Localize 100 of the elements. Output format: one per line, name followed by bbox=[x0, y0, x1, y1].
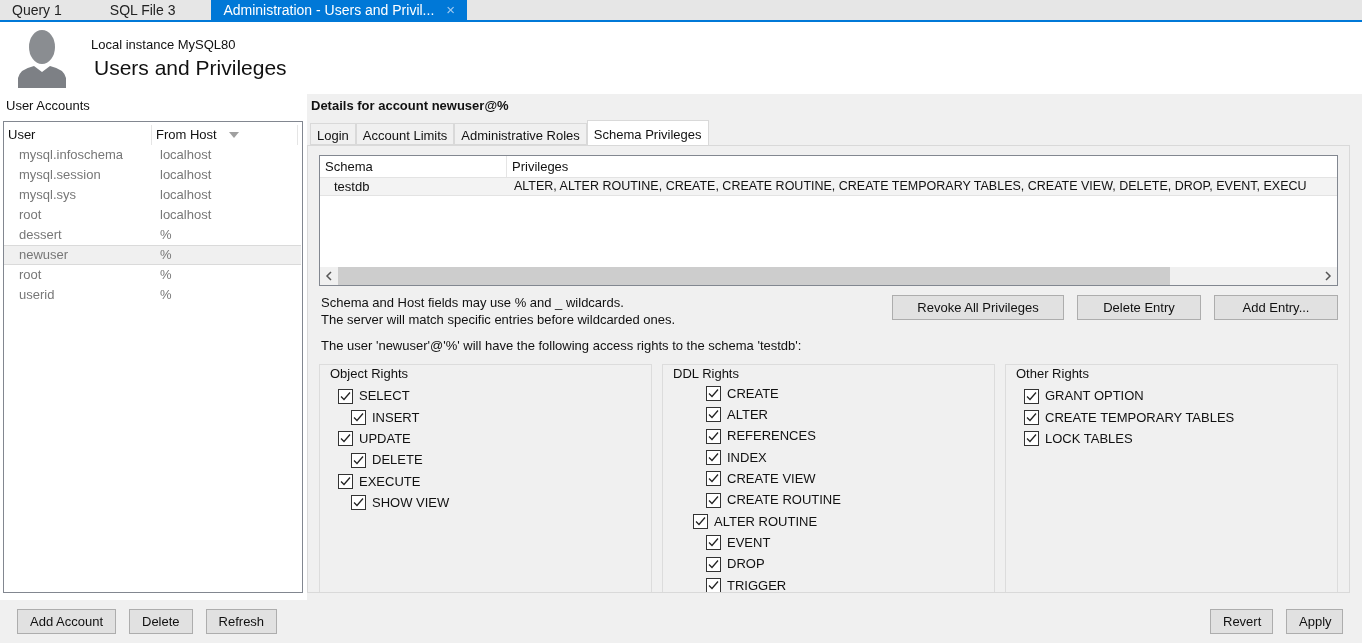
host-cell-text: localhost bbox=[159, 146, 212, 165]
checkbox[interactable] bbox=[706, 386, 721, 402]
checkbox-label: REFERENCES bbox=[727, 427, 816, 446]
page-title: Users and Privileges bbox=[94, 54, 287, 81]
account-row[interactable]: root localhost bbox=[4, 205, 301, 225]
add-account-button[interactable]: Add Account bbox=[17, 609, 116, 634]
checkbox-label: EVENT bbox=[727, 533, 771, 552]
revoke-button[interactable]: Revoke All Privileges bbox=[892, 295, 1064, 320]
check-icon bbox=[1026, 390, 1037, 402]
group-title: DDL Rights bbox=[673, 364, 740, 383]
checkbox-label: ALTER bbox=[727, 406, 768, 425]
delete-button[interactable]: Delete bbox=[129, 609, 193, 634]
checkbox[interactable] bbox=[338, 388, 353, 404]
schema-row[interactable]: testdb ALTER, ALTER ROUTINE, CREATE, CREATE ROUTINE, CREATE TEMPORARY TABLES, CREATE VIEW, DELETE, DROP, EVENT, EXECU bbox=[320, 177, 1337, 196]
checkbox-label: CREATE TEMPORARY TABLES bbox=[1045, 408, 1235, 427]
group-title: Other Rights bbox=[1016, 364, 1090, 383]
checkbox[interactable] bbox=[706, 577, 721, 592]
instance-label: Local instance MySQL80 bbox=[91, 36, 237, 55]
column-header[interactable]: Privileges bbox=[507, 156, 569, 177]
user-cell-text: mysql.sys bbox=[18, 186, 78, 205]
checkbox-label: INSERT bbox=[372, 408, 420, 427]
check-icon bbox=[708, 558, 719, 570]
host-cell-text: localhost bbox=[159, 186, 212, 205]
add-entry-button[interactable]: Add Entry... bbox=[1214, 295, 1338, 320]
host-cell-text: % bbox=[159, 226, 172, 245]
schema-cell-text: testdb bbox=[333, 178, 371, 195]
refresh-button[interactable]: Refresh bbox=[205, 609, 278, 634]
checkbox[interactable] bbox=[351, 495, 366, 511]
check-icon bbox=[708, 473, 719, 485]
checkbox[interactable] bbox=[706, 471, 721, 487]
apply-button[interactable]: Apply bbox=[1286, 609, 1343, 634]
user-cell-text: dessert bbox=[18, 226, 63, 245]
check-icon bbox=[708, 409, 719, 421]
checkbox[interactable] bbox=[338, 473, 353, 489]
hint-text: Schema and Host fields may use % and _ wildcards. bbox=[321, 294, 625, 311]
checkbox-label: SELECT bbox=[359, 387, 410, 406]
checkbox-label: CREATE bbox=[727, 384, 779, 403]
checkbox-label: CREATE ROUTINE bbox=[727, 491, 841, 510]
details-tab[interactable]: Administrative Roles bbox=[454, 123, 587, 145]
checkbox[interactable] bbox=[706, 556, 721, 572]
account-row[interactable]: dessert % bbox=[4, 225, 301, 245]
user-cell-text: userid bbox=[18, 286, 56, 305]
user-cell-text: root bbox=[18, 266, 43, 285]
checkbox[interactable] bbox=[706, 450, 721, 466]
check-icon bbox=[340, 475, 351, 487]
document-tab[interactable]: Query 1 bbox=[0, 0, 74, 20]
revert-button[interactable]: Revert bbox=[1210, 609, 1273, 634]
privileges-cell-text: ALTER, ALTER ROUTINE, CREATE, CREATE ROUTINE, CREATE TEMPORARY TABLES, CREATE VIEW, DELETE, DROP, EVENT, EXECU bbox=[513, 178, 1307, 195]
checkbox[interactable] bbox=[1024, 431, 1039, 447]
document-tab[interactable]: SQL File 3 bbox=[97, 0, 188, 20]
details-tab[interactable]: Account Limits bbox=[355, 123, 455, 145]
account-row[interactable]: mysql.sys localhost bbox=[4, 185, 301, 205]
user-cell-text: root bbox=[18, 206, 43, 225]
check-icon bbox=[1026, 411, 1037, 423]
checkbox-label: DELETE bbox=[372, 451, 423, 470]
account-row[interactable]: mysql.session localhost bbox=[4, 165, 301, 185]
details-tab[interactable]: Schema Privileges bbox=[586, 120, 709, 145]
checkbox[interactable] bbox=[1024, 388, 1039, 404]
check-icon bbox=[340, 433, 351, 445]
checkbox[interactable] bbox=[706, 428, 721, 444]
checkbox[interactable] bbox=[706, 492, 721, 508]
host-cell-text: % bbox=[159, 266, 172, 285]
document-tab[interactable]: Administration - Users and Privil... × bbox=[211, 0, 468, 20]
check-icon bbox=[340, 390, 351, 402]
checkbox-label: DROP bbox=[727, 555, 765, 574]
column-header[interactable]: User bbox=[4, 125, 152, 145]
account-row[interactable]: newuser % bbox=[4, 245, 301, 265]
check-icon bbox=[353, 497, 364, 509]
account-row[interactable]: userid % bbox=[4, 285, 301, 305]
check-icon bbox=[695, 515, 706, 527]
host-cell-text: % bbox=[159, 286, 172, 305]
checkbox[interactable] bbox=[351, 409, 366, 425]
checkbox[interactable] bbox=[351, 452, 366, 468]
user-cell-text: mysql.session bbox=[18, 166, 102, 185]
check-icon bbox=[353, 411, 364, 423]
checkbox-label: ALTER ROUTINE bbox=[714, 512, 818, 531]
horizontal-scrollbar[interactable] bbox=[320, 267, 1337, 285]
account-row[interactable]: mysql.infoschema localhost bbox=[4, 145, 301, 165]
details-tab[interactable]: Login bbox=[310, 123, 356, 145]
host-cell-text: localhost bbox=[159, 206, 212, 225]
sort-arrow-icon bbox=[228, 132, 239, 138]
checkbox[interactable] bbox=[338, 431, 353, 447]
checkbox-label: LOCK TABLES bbox=[1045, 430, 1133, 448]
check-icon bbox=[353, 454, 364, 466]
user-silhouette-icon bbox=[16, 28, 68, 88]
checkbox[interactable] bbox=[706, 407, 721, 423]
check-icon bbox=[708, 452, 719, 464]
account-row[interactable]: root % bbox=[4, 265, 301, 285]
check-icon bbox=[708, 579, 719, 591]
host-cell-text: % bbox=[159, 246, 172, 265]
checkbox[interactable] bbox=[706, 535, 721, 551]
checkbox[interactable] bbox=[1024, 409, 1039, 425]
check-icon bbox=[1026, 433, 1037, 445]
delete-entry-button[interactable]: Delete Entry bbox=[1077, 295, 1201, 320]
check-icon bbox=[708, 430, 719, 442]
checkbox[interactable] bbox=[693, 513, 708, 529]
column-header[interactable]: From Host bbox=[152, 125, 298, 145]
access-note: The user 'newuser'@'%' will have the following access rights to the schema 'testdb': bbox=[320, 337, 803, 355]
host-cell-text: localhost bbox=[159, 166, 212, 185]
checkbox-label: UPDATE bbox=[359, 430, 411, 448]
